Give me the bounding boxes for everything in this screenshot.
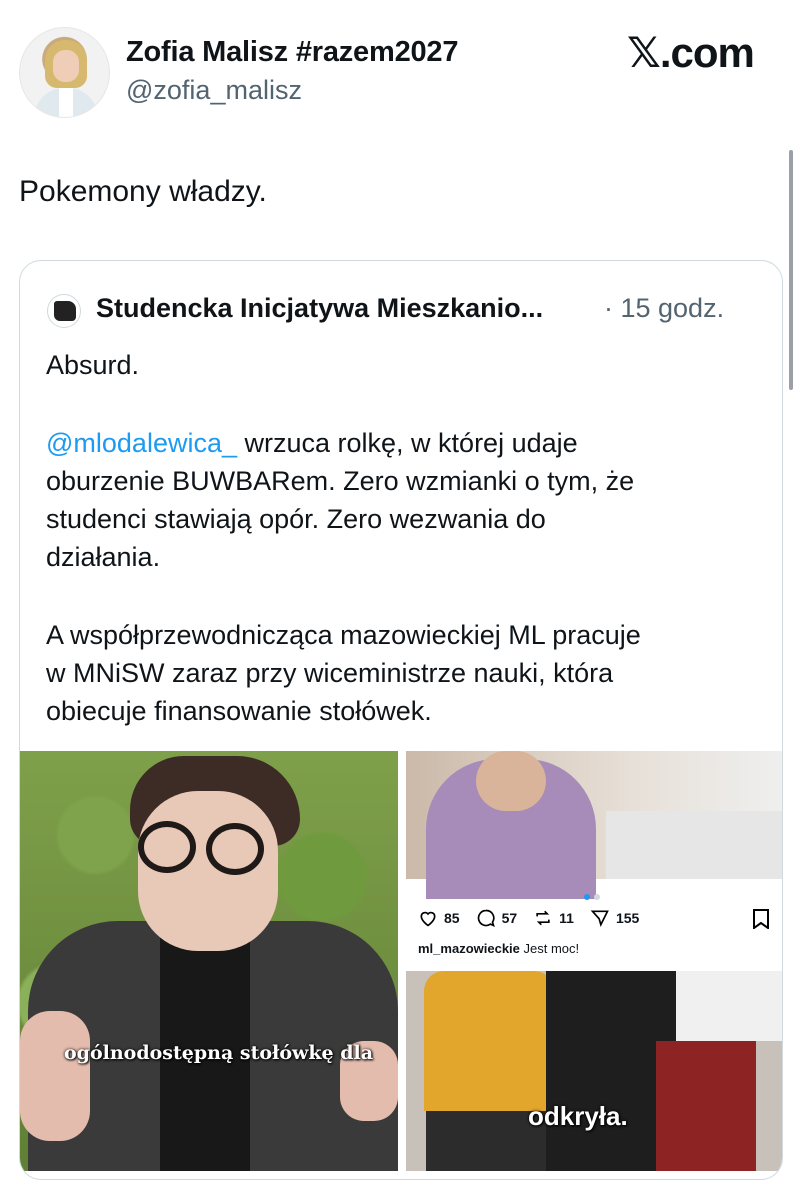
- quoted-timestamp[interactable]: · 15 godz.: [604, 293, 724, 324]
- comments-count: 57: [501, 910, 518, 926]
- video-subtitle-right: odkryła.: [528, 1101, 628, 1131]
- send-icon: [590, 910, 609, 927]
- shares-count: 155: [615, 910, 640, 926]
- instagram-photo-2: odkryła.: [406, 971, 782, 1171]
- quoted-tweet[interactable]: Studencka Inicjatywa Mieszkanio... · 15 …: [19, 260, 783, 1180]
- quoted-line: Absurd.: [46, 350, 140, 380]
- media-grid: ogólnodostępną stołówkę dla 85 57 11 155…: [20, 751, 782, 1179]
- media-image-right[interactable]: 85 57 11 155 ml_mazowieckie Jest moc! od…: [406, 751, 782, 1171]
- mention-link[interactable]: @mlodalewica_: [46, 428, 237, 458]
- quoted-text: Absurd. @mlodalewica_ wrzuca rolkę, w kt…: [46, 346, 766, 730]
- tweet-header: Zofia Malisz #razem2027 @zofia_malisz 𝕏.…: [0, 0, 801, 140]
- instagram-photo: [406, 751, 782, 899]
- instagram-user: ml_mazowieckie: [418, 941, 520, 956]
- author-avatar[interactable]: [19, 27, 110, 118]
- quoted-line: A współprzewodnicząca mazowieckiej ML pr…: [46, 620, 641, 650]
- instagram-caption-text: Jest moc!: [519, 941, 580, 956]
- bookmark-icon: [753, 909, 769, 929]
- carousel-dots: [584, 887, 604, 905]
- quoted-line-rest: wrzuca rolkę, w której udaje: [237, 428, 578, 458]
- author-name[interactable]: Zofia Malisz #razem2027: [126, 36, 458, 69]
- quoted-line: w MNiSW zaraz przy wiceministrze nauki, …: [46, 658, 614, 688]
- quoted-author-name[interactable]: Studencka Inicjatywa Mieszkanio...: [96, 293, 543, 324]
- likes-count: 85: [444, 910, 460, 926]
- heart-icon: [420, 911, 436, 927]
- quoted-line: oburzenie BUWBARem. Zero wzmianki o tym,…: [46, 466, 635, 496]
- quoted-line: @mlodalewica_ wrzuca rolkę, w której uda…: [46, 424, 766, 462]
- x-logo: 𝕏.com: [627, 29, 755, 76]
- instagram-actions: 85 57 11 155: [418, 908, 649, 928]
- reposts-count: 11: [559, 910, 574, 926]
- comment-icon: [477, 909, 495, 928]
- scrollbar[interactable]: [789, 150, 793, 390]
- quoted-line: obiecuje finansowanie stołówek.: [46, 696, 432, 726]
- video-subtitle: ogólnodostępną stołówkę dla: [64, 1042, 374, 1064]
- quoted-line: studenci stawiają opór. Zero wezwania do: [46, 504, 546, 534]
- author-handle[interactable]: @zofia_malisz: [126, 75, 302, 106]
- instagram-caption: ml_mazowieckie Jest moc!: [418, 941, 579, 956]
- tweet-text: Pokemony władzy.: [19, 175, 267, 208]
- quoted-author-avatar[interactable]: [47, 294, 81, 328]
- quoted-line: działania.: [46, 542, 161, 572]
- media-image-left[interactable]: ogólnodostępną stołówkę dla: [20, 751, 398, 1171]
- repost-icon: [536, 910, 550, 926]
